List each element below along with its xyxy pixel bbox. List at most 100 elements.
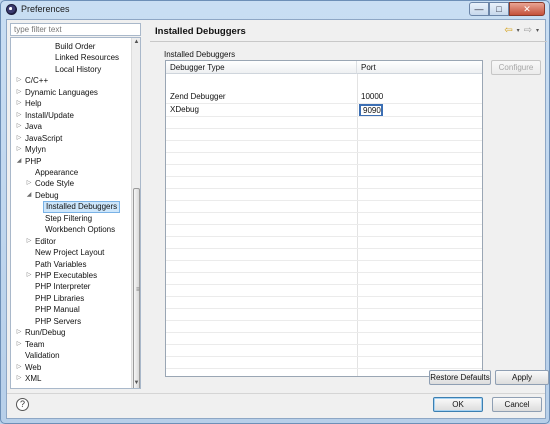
tree-item[interactable]: ◢ Debug: [25, 190, 61, 202]
tree-item[interactable]: ▷ C/C++: [15, 75, 50, 87]
row-divider: [166, 212, 482, 213]
tree-item[interactable]: Build Order: [45, 41, 97, 53]
tree-item[interactable]: Step Filtering: [35, 213, 94, 225]
tree-item[interactable]: ▷ Web: [15, 362, 43, 374]
tree-item[interactable]: ▷ Code Style: [25, 178, 76, 190]
tree-item-label: Installed Debuggers: [43, 201, 121, 213]
tree-item[interactable]: ▷ PHP Executables: [25, 270, 99, 282]
collapsed-toggle-icon[interactable]: ▷: [25, 178, 33, 190]
tree-item-label: Validation: [25, 351, 60, 361]
eclipse-app-icon: [6, 4, 17, 15]
table-row[interactable]: XDebug: [166, 104, 482, 116]
tree-item[interactable]: PHP Interpreter: [25, 281, 92, 293]
tree-item-label: C/C++: [25, 76, 49, 86]
window-controls: — □ ✕: [469, 2, 545, 16]
tree-item[interactable]: New Project Layout: [25, 247, 106, 259]
collapsed-toggle-icon[interactable]: ▷: [15, 98, 23, 110]
tree-item[interactable]: ▷ XML: [15, 373, 43, 385]
collapsed-toggle-icon[interactable]: ▷: [15, 339, 23, 351]
minimize-button[interactable]: —: [469, 2, 489, 16]
maximize-button[interactable]: □: [489, 2, 509, 16]
row-divider: [166, 320, 482, 321]
collapsed-toggle-icon[interactable]: ▷: [15, 133, 23, 145]
tree-item-label: PHP: [25, 156, 42, 166]
tree-item[interactable]: Installed Debuggers: [35, 201, 121, 213]
tree-item[interactable]: PHP Manual: [25, 304, 82, 316]
tree-item[interactable]: ▷ Editor: [25, 236, 58, 248]
tree-item-label: Mylyn: [25, 145, 46, 155]
tree-item-label: Install/Update: [25, 110, 74, 120]
collapsed-toggle-icon[interactable]: ▷: [25, 236, 33, 248]
collapsed-toggle-icon[interactable]: ▷: [15, 121, 23, 133]
scroll-down-arrow-icon[interactable]: ▼: [132, 379, 140, 388]
tree-item-label: Linked Resources: [55, 53, 120, 63]
tree-item-label: Team: [25, 339, 45, 349]
tree-item[interactable]: PHP Libraries: [25, 293, 86, 305]
row-divider: [166, 236, 482, 237]
expanded-toggle-icon[interactable]: ◢: [15, 156, 23, 168]
collapsed-toggle-icon[interactable]: ▷: [15, 327, 23, 339]
tree-item-label: Code Style: [35, 179, 75, 189]
tree-item[interactable]: ▷ JavaScript: [15, 133, 64, 145]
column-header-port[interactable]: Port: [357, 61, 482, 74]
tree-item[interactable]: ◢ PHP: [15, 156, 43, 168]
collapsed-toggle-icon[interactable]: ▷: [15, 87, 23, 99]
configure-button[interactable]: Configure: [491, 60, 541, 75]
tree-item-label: Appearance: [35, 167, 79, 177]
ok-button[interactable]: OK: [433, 397, 483, 412]
collapsed-toggle-icon[interactable]: ▷: [15, 110, 23, 122]
row-divider: [166, 332, 482, 333]
collapsed-toggle-icon[interactable]: ▷: [15, 373, 23, 385]
tree-item[interactable]: ▷ Run/Debug: [15, 327, 67, 339]
tree-item[interactable]: Path Variables: [25, 259, 88, 271]
collapsed-toggle-icon[interactable]: ▷: [15, 362, 23, 374]
forward-arrow-icon[interactable]: ⇨: [524, 25, 532, 36]
tree-item[interactable]: Linked Resources: [45, 52, 121, 64]
tree-scrollbar[interactable]: ▲ ≡ ▼: [131, 38, 140, 388]
scrollbar-thumb[interactable]: ≡: [133, 188, 140, 388]
tree-item[interactable]: Appearance: [25, 167, 80, 179]
forward-history-dropdown-icon[interactable]: ▾: [536, 27, 539, 34]
back-history-dropdown-icon[interactable]: ▾: [517, 27, 520, 34]
restore-defaults-button[interactable]: Restore Defaults: [429, 370, 491, 385]
dialog-body: Build Order Linked ResourcesLocal History…: [6, 19, 549, 419]
row-divider: [166, 176, 482, 177]
expanded-toggle-icon[interactable]: ◢: [25, 190, 33, 202]
tree-item[interactable]: Validation: [15, 350, 62, 362]
title-bar[interactable]: Preferences — □ ✕: [1, 1, 549, 19]
section-label: Installed Debuggers: [164, 50, 236, 59]
debugger-type-cell: Zend Debugger: [170, 92, 226, 101]
tree-item-label: Web: [25, 362, 42, 372]
tree-item[interactable]: Local History: [45, 64, 103, 76]
preferences-window: Preferences — □ ✕ Build Order Linked Reso…: [0, 0, 550, 424]
tree-item-label: Debug: [35, 190, 59, 200]
cancel-button[interactable]: Cancel: [492, 397, 542, 412]
tree-item[interactable]: ▷ Mylyn: [15, 144, 48, 156]
apply-button[interactable]: Apply: [495, 370, 549, 385]
tree-item[interactable]: ▷ Team: [15, 339, 47, 351]
page-title: Installed Debuggers: [155, 26, 246, 37]
tree-item-label: Help: [25, 99, 42, 109]
tree-item[interactable]: ▷ Install/Update: [15, 110, 76, 122]
tree-item[interactable]: ▷ Dynamic Languages: [15, 87, 100, 99]
tree-item[interactable]: ▷ Help: [15, 98, 43, 110]
column-header-debugger-type[interactable]: Debugger Type: [166, 61, 357, 74]
back-arrow-icon[interactable]: ⇦: [504, 25, 512, 36]
row-divider: [166, 284, 482, 285]
row-divider: [166, 296, 482, 297]
collapsed-toggle-icon[interactable]: ▷: [25, 270, 33, 282]
close-button[interactable]: ✕: [509, 2, 545, 16]
tree-item[interactable]: PHP Servers: [25, 316, 83, 328]
row-divider: [166, 356, 482, 357]
help-icon[interactable]: ?: [16, 398, 29, 411]
tree-item-label: Step Filtering: [45, 213, 93, 223]
port-cell: 10000: [361, 92, 384, 101]
filter-input[interactable]: [10, 23, 141, 36]
collapsed-toggle-icon[interactable]: ▷: [15, 75, 23, 87]
tree-item[interactable]: ▷ Java: [15, 121, 44, 133]
row-divider: [166, 116, 482, 117]
tree-item[interactable]: Workbench Options: [35, 224, 117, 236]
scroll-up-arrow-icon[interactable]: ▲: [132, 38, 140, 47]
table-row[interactable]: Zend Debugger 10000: [166, 91, 482, 103]
collapsed-toggle-icon[interactable]: ▷: [15, 144, 23, 156]
